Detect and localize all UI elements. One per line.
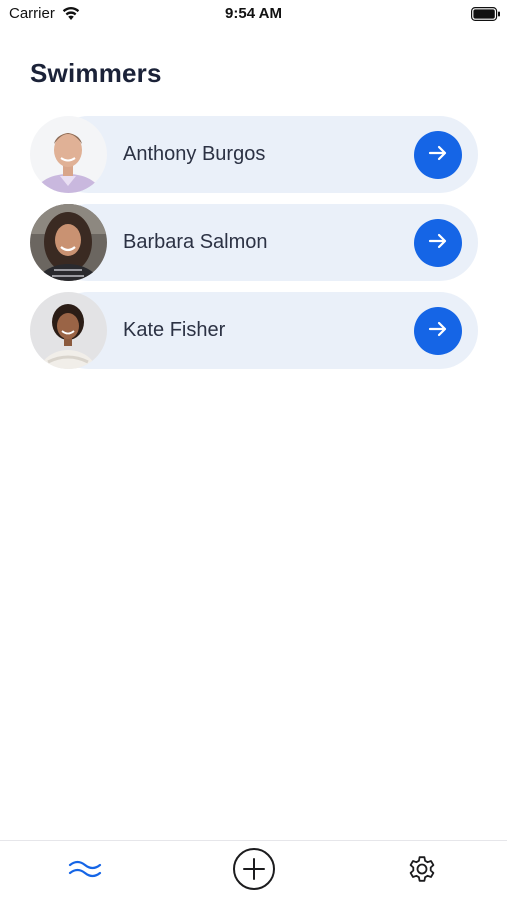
swimmer-name: Anthony Burgos (123, 143, 266, 165)
swimmer-row-anthony-burgos[interactable]: Anthony Burgos (30, 116, 479, 193)
waves-icon (68, 858, 102, 885)
clock: 9:54 AM (225, 5, 282, 22)
tab-swimmers[interactable] (55, 841, 115, 901)
tab-add-swimmer[interactable] (224, 841, 284, 901)
open-swimmer-button[interactable] (414, 131, 462, 179)
open-swimmer-button[interactable] (414, 219, 462, 267)
avatar (30, 116, 107, 193)
open-swimmer-button[interactable] (414, 307, 462, 355)
arrow-right-icon (427, 142, 449, 169)
gear-icon (407, 854, 437, 889)
swimmer-row-barbara-salmon[interactable]: Barbara Salmon (30, 204, 479, 281)
status-bar: Carrier 9:54 AM (0, 0, 507, 30)
swimmer-list: Anthony Burgos Barbara Salmon Kate Fishe… (30, 116, 479, 380)
swimmer-name: Kate Fisher (123, 319, 226, 341)
add-circle-icon (232, 847, 276, 896)
page-title: Swimmers (30, 58, 162, 88)
arrow-right-icon (427, 230, 449, 257)
tab-settings[interactable] (392, 841, 452, 901)
avatar (30, 292, 107, 369)
tab-bar (0, 840, 507, 901)
swimmer-name: Barbara Salmon (123, 231, 268, 253)
avatar (30, 204, 107, 281)
battery-icon (471, 7, 501, 22)
swimmer-row-kate-fisher[interactable]: Kate Fisher (30, 292, 479, 369)
arrow-right-icon (427, 318, 449, 345)
